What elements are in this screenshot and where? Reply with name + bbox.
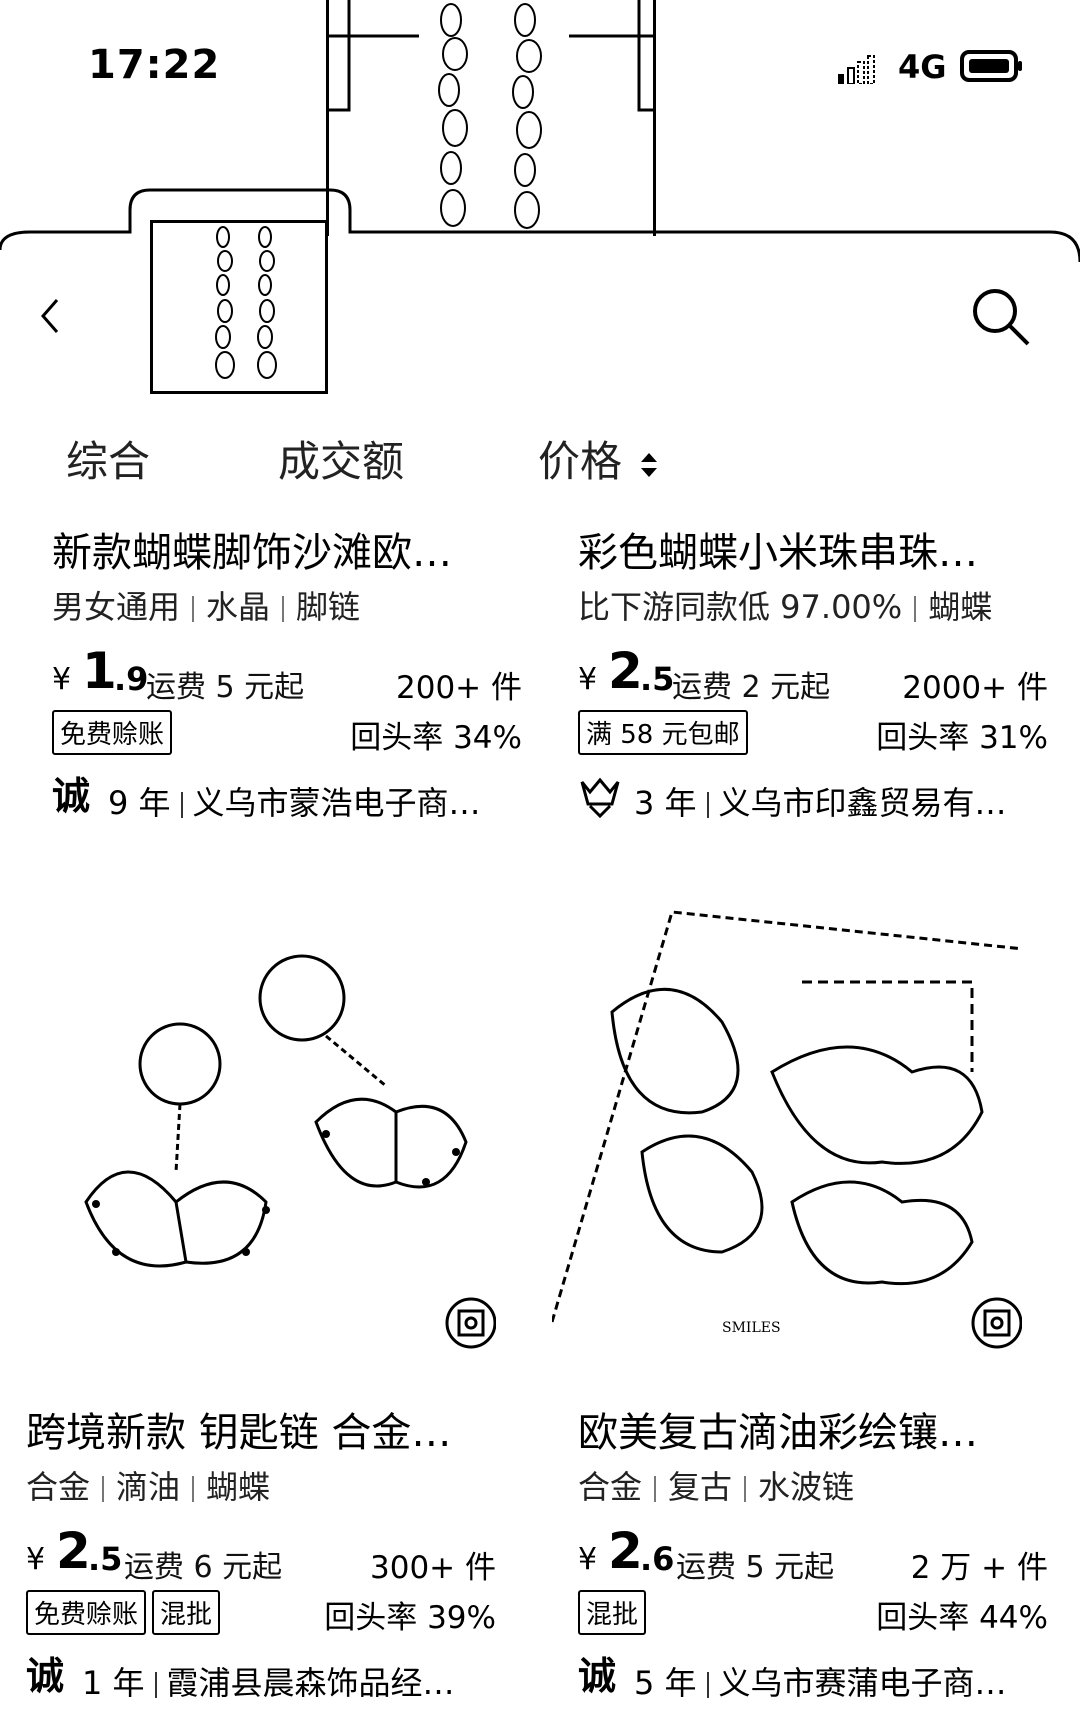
price-row: ¥ 2 .6 运费 5 元起 2 万 + 件 <box>578 1522 1048 1586</box>
price-decimal: .5 <box>640 660 675 698</box>
product-tags: 合金 复古 水波链 <box>578 1462 854 1508</box>
shipping-fee: 运费 2 元起 <box>672 670 831 705</box>
tag: 蝴蝶 <box>928 588 993 626</box>
product-tags: 比下游同款低 97.00% 蝴蝶 <box>578 582 992 628</box>
currency-symbol: ¥ <box>578 662 598 697</box>
signal-icon <box>838 55 875 84</box>
network-type: 4G <box>898 48 947 86</box>
seller-years: 5 年 <box>634 1664 697 1702</box>
tag: 水波链 <box>758 1468 855 1506</box>
price-decimal: .5 <box>88 1540 123 1578</box>
seller-name: 霞浦县晨森饰品经… <box>166 1664 455 1702</box>
product-image[interactable] <box>26 872 496 1372</box>
sort-bar: 综合 成交额 价格 <box>0 420 1080 490</box>
sold-count: 200+ 件 <box>396 670 522 706</box>
tag: 水晶 <box>206 588 271 626</box>
product-tags: 男女通用 水晶 脚链 <box>52 582 360 628</box>
product-title: 新款蝴蝶脚饰沙滩欧… <box>52 530 452 576</box>
badge-row: 满 58 元包邮 回头率 31% <box>578 710 1048 756</box>
price-integer: 2 <box>56 1522 91 1580</box>
price-row: ¥ 2 .5 运费 6 元起 300+ 件 <box>26 1522 496 1586</box>
badge-row: 免费赊账 混批 回头率 39% <box>26 1590 496 1636</box>
integrity-icon: 诚 <box>578 1654 617 1698</box>
seller-row[interactable]: 诚 9 年义乌市蒙浩电子商… <box>52 772 522 822</box>
tab-turnover[interactable]: 成交额 <box>278 428 404 489</box>
tag: 比下游同款低 97.00% <box>578 588 903 626</box>
price-integer: 1 <box>82 642 117 700</box>
tag: 合金 <box>578 1468 643 1506</box>
photo-caption: SMILES <box>722 1320 781 1336</box>
shipping-fee: 运费 5 元起 <box>146 670 305 705</box>
integrity-icon: 诚 <box>26 1654 65 1698</box>
price-decimal: .9 <box>114 660 149 698</box>
product-title: 彩色蝴蝶小米珠串珠… <box>578 530 978 576</box>
service-badge: 混批 <box>578 1590 647 1635</box>
integrity-icon: 诚 <box>52 774 91 818</box>
shipping-fee: 运费 5 元起 <box>676 1550 835 1585</box>
sort-arrows-icon <box>641 452 658 477</box>
crown-icon <box>580 777 620 818</box>
search-button[interactable] <box>968 284 1034 350</box>
currency-symbol: ¥ <box>578 1542 598 1577</box>
product-title: 欧美复古滴油彩绘镶… <box>578 1410 978 1456</box>
product-title: 跨境新款 钥匙链 合金… <box>26 1410 452 1456</box>
repeat-rate: 回头率 31% <box>876 720 1048 756</box>
tag: 合金 <box>26 1468 91 1506</box>
search-icon <box>973 289 1030 346</box>
seller-years: 1 年 <box>82 1664 145 1702</box>
tag: 男女通用 <box>52 588 181 626</box>
seller-name: 义乌市赛蒲电子商… <box>718 1664 1007 1702</box>
back-button[interactable] <box>28 288 72 344</box>
header-product-image <box>326 0 656 236</box>
currency-symbol: ¥ <box>52 662 72 697</box>
battery-icon <box>960 50 1022 82</box>
badge-row: 混批 回头率 44% <box>578 1590 1048 1636</box>
seller-row[interactable]: 诚 1 年霞浦县晨森饰品经… <box>26 1652 496 1702</box>
tab-composite[interactable]: 综合 <box>66 428 150 489</box>
service-badge: 混批 <box>152 1590 221 1635</box>
chevron-left-icon <box>41 299 59 333</box>
price-integer: 2 <box>608 642 643 700</box>
tab-label: 综合 <box>66 437 151 486</box>
sold-count: 300+ 件 <box>370 1550 496 1586</box>
sold-count: 2 万 + 件 <box>910 1550 1048 1586</box>
service-badge: 免费赊账 <box>26 1590 147 1635</box>
seller-name: 义乌市印鑫贸易有… <box>718 784 1007 822</box>
seller-row[interactable]: 3 年义乌市印鑫贸易有… <box>578 772 1048 822</box>
seller-years: 9 年 <box>108 784 171 822</box>
tab-price[interactable]: 价格 <box>538 428 659 489</box>
seller-years: 3 年 <box>634 784 697 822</box>
price-row: ¥ 2 .5 运费 2 元起 2000+ 件 <box>578 642 1048 706</box>
currency-symbol: ¥ <box>26 1542 46 1577</box>
product-tags: 合金 滴油 蝴蝶 <box>26 1462 270 1508</box>
tag: 蝴蝶 <box>206 1468 271 1506</box>
repeat-rate: 回头率 44% <box>876 1600 1048 1636</box>
tag: 滴油 <box>116 1468 181 1506</box>
find-similar-icon[interactable] <box>444 1296 496 1350</box>
product-image[interactable]: SMILES <box>552 872 1022 1372</box>
service-badge: 免费赊账 <box>52 710 173 755</box>
seller-row[interactable]: 诚 5 年义乌市赛蒲电子商… <box>578 1652 1048 1702</box>
tag: 复古 <box>668 1468 733 1506</box>
tab-label: 成交额 <box>278 437 405 486</box>
price-integer: 2 <box>608 1522 643 1580</box>
shipping-fee: 运费 6 元起 <box>124 1550 283 1585</box>
service-badge: 满 58 元包邮 <box>578 710 748 755</box>
badge-row: 免费赊账 回头率 34% <box>52 710 522 756</box>
status-time: 17:22 <box>88 42 221 88</box>
header-thumbnail[interactable] <box>150 220 328 394</box>
price-row: ¥ 1 .9 运费 5 元起 200+ 件 <box>52 642 522 706</box>
tag: 脚链 <box>296 588 361 626</box>
repeat-rate: 回头率 39% <box>324 1600 496 1636</box>
sold-count: 2000+ 件 <box>902 670 1048 706</box>
find-similar-icon[interactable] <box>970 1296 1022 1350</box>
tab-label: 价格 <box>538 437 623 486</box>
price-decimal: .6 <box>640 1540 675 1578</box>
seller-name: 义乌市蒙浩电子商… <box>192 784 481 822</box>
repeat-rate: 回头率 34% <box>350 720 522 756</box>
